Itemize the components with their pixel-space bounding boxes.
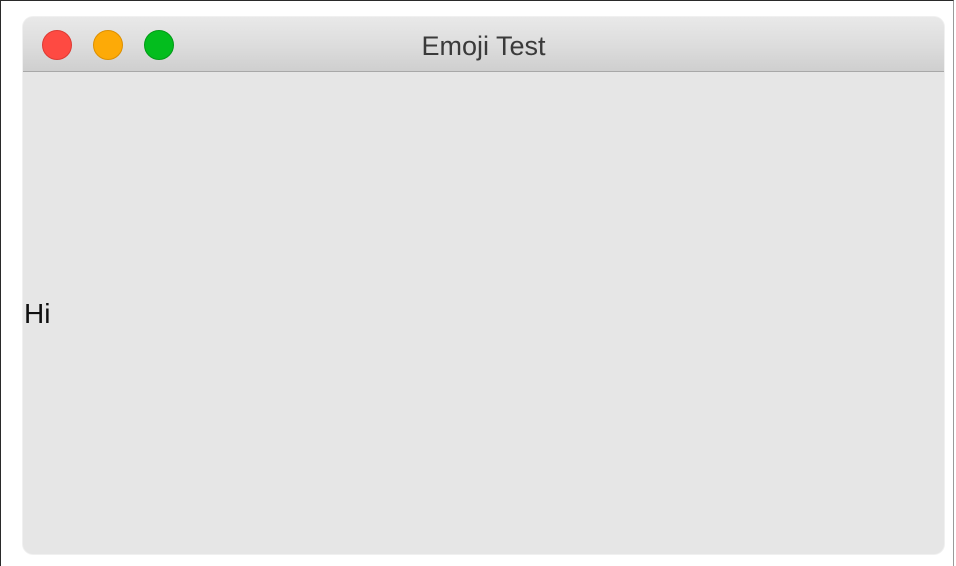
window-content: Hi [23,73,944,554]
window-title: Emoji Test [421,31,546,61]
hi-label: Hi [24,298,51,329]
app-window: Emoji Test Hi [23,17,944,554]
title-bar[interactable]: Emoji Test [23,17,944,72]
